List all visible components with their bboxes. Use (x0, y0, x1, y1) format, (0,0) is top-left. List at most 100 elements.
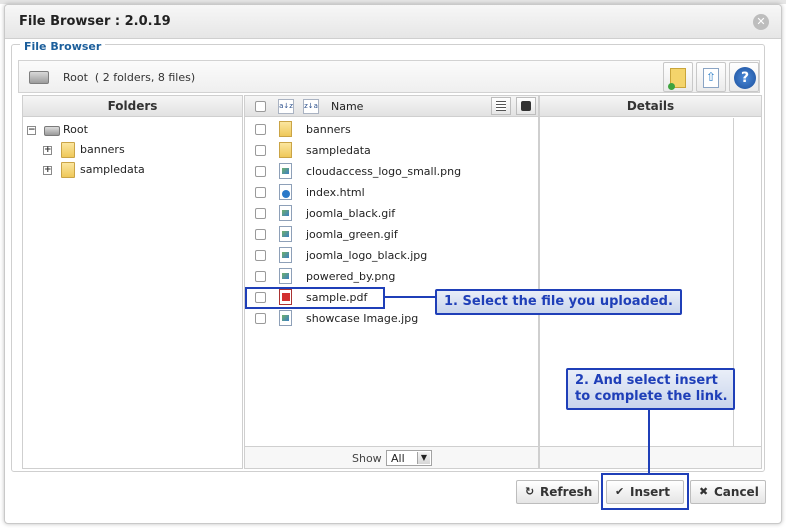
folder-icon (279, 142, 292, 158)
folders-pane: Folders − Root + banners + sampledata (22, 95, 243, 469)
details-pane: Details (539, 95, 762, 469)
path-bar: Root ( 2 folders, 8 files) ? (18, 60, 760, 93)
file-name: joomla_logo_black.jpg (306, 249, 428, 262)
image-file-icon (279, 163, 292, 179)
callout-connector (385, 296, 435, 298)
show-value: All (391, 452, 405, 465)
file-row[interactable]: joomla_green.gif (245, 224, 538, 245)
image-file-icon (279, 310, 292, 326)
tree-item-sampledata[interactable]: + sampledata (23, 160, 242, 180)
name-column-header[interactable]: Name (331, 100, 363, 113)
sort-asc-icon[interactable]: a↓z (278, 99, 294, 114)
folders-header: Folders (23, 96, 242, 117)
refresh-label: Refresh (540, 485, 593, 499)
folder-icon (61, 142, 75, 158)
insert-label: Insert (630, 485, 670, 499)
dialog-title: File Browser : 2.0.19 (19, 14, 171, 29)
help-icon: ? (734, 67, 756, 89)
path-summary: ( 2 folders, 8 files) (94, 71, 196, 84)
files-header: a↓z z↓a Name (245, 96, 538, 117)
close-icon[interactable]: ✕ (753, 14, 769, 30)
callout-step-2-line1: 2. And select insert (575, 373, 718, 388)
cancel-button[interactable]: ✖ Cancel (690, 480, 766, 504)
files-footer: Show All ▼ (245, 446, 538, 468)
cross-icon: ✖ (699, 485, 709, 498)
file-checkbox[interactable] (255, 250, 266, 261)
path-root: Root (63, 71, 88, 84)
file-name: index.html (306, 186, 365, 199)
file-name: joomla_green.gif (306, 228, 398, 241)
folder-icon (61, 162, 75, 178)
callout-step-1-text: 1. Select the file you uploaded. (444, 294, 673, 309)
list-view-button[interactable] (491, 97, 511, 115)
file-checkbox[interactable] (255, 124, 266, 135)
upload-button[interactable] (696, 62, 726, 92)
details-scrollbar[interactable] (734, 118, 761, 446)
cancel-label: Cancel (714, 485, 759, 499)
panel-legend: File Browser (20, 40, 106, 53)
file-name: powered_by.png (306, 270, 396, 283)
binoculars-icon (521, 101, 531, 111)
file-row[interactable]: powered_by.png (245, 266, 538, 287)
details-view-button[interactable] (516, 97, 536, 115)
drive-icon (29, 71, 49, 84)
file-row[interactable]: sampledata (245, 140, 538, 161)
file-name: banners (306, 123, 351, 136)
callout-step-2-line2: to complete the link. (575, 389, 728, 404)
file-name: showcase Image.jpg (306, 312, 419, 325)
files-pane: a↓z z↓a Name banners sampledata cloudacc… (244, 95, 539, 469)
sort-desc-icon[interactable]: z↓a (303, 99, 319, 114)
file-checkbox[interactable] (255, 313, 266, 324)
show-label: Show (352, 452, 382, 465)
image-file-icon (279, 247, 292, 263)
file-checkbox[interactable] (255, 229, 266, 240)
file-row[interactable]: banners (245, 119, 538, 140)
drive-icon (44, 126, 60, 136)
details-footer (540, 446, 761, 468)
file-checkbox[interactable] (255, 187, 266, 198)
folder-tree: − Root + banners + sampledata (23, 118, 242, 180)
tree-root-label: Root (63, 123, 88, 136)
tree-root[interactable]: − Root (23, 120, 242, 140)
details-header: Details (540, 96, 761, 117)
expand-icon[interactable]: + (43, 146, 52, 155)
file-name: sampledata (306, 144, 371, 157)
expand-icon[interactable]: + (43, 166, 52, 175)
checkmark-icon: ✔ (615, 485, 625, 498)
dialog-titlebar: File Browser : 2.0.19 ✕ (5, 5, 781, 39)
file-checkbox[interactable] (255, 145, 266, 156)
file-checkbox[interactable] (255, 166, 266, 177)
list-view-icon (496, 101, 506, 111)
selected-file-highlight (245, 287, 385, 309)
file-row[interactable]: cloudaccess_logo_small.png (245, 161, 538, 182)
new-folder-icon (668, 68, 686, 90)
chevron-down-icon[interactable]: ▼ (417, 452, 430, 464)
image-file-icon (279, 268, 292, 284)
upload-icon (703, 68, 719, 88)
collapse-icon[interactable]: − (27, 126, 36, 135)
callout-connector (648, 410, 650, 473)
image-file-icon (279, 226, 292, 242)
file-checkbox[interactable] (255, 271, 266, 282)
tree-item-label: banners (80, 143, 125, 156)
callout-step-1: 1. Select the file you uploaded. (435, 289, 682, 315)
file-name: cloudaccess_logo_small.png (306, 165, 462, 178)
insert-button[interactable]: ✔ Insert (606, 480, 684, 504)
callout-step-2: 2. And select insert to complete the lin… (566, 368, 735, 410)
tree-item-banners[interactable]: + banners (23, 140, 242, 160)
html-file-icon (279, 184, 292, 200)
refresh-button[interactable]: ↻ Refresh (516, 480, 599, 504)
folder-icon (279, 121, 292, 137)
new-folder-button[interactable] (663, 62, 693, 92)
file-row[interactable]: joomla_logo_black.jpg (245, 245, 538, 266)
show-select[interactable]: All ▼ (386, 450, 432, 466)
file-row[interactable]: index.html (245, 182, 538, 203)
select-all-checkbox[interactable] (255, 101, 266, 112)
image-file-icon (279, 205, 292, 221)
refresh-icon: ↻ (525, 485, 535, 498)
file-row[interactable]: joomla_black.gif (245, 203, 538, 224)
path-text: Root ( 2 folders, 8 files) (63, 71, 195, 84)
tree-item-label: sampledata (80, 163, 145, 176)
help-button[interactable]: ? (729, 62, 759, 92)
file-checkbox[interactable] (255, 208, 266, 219)
